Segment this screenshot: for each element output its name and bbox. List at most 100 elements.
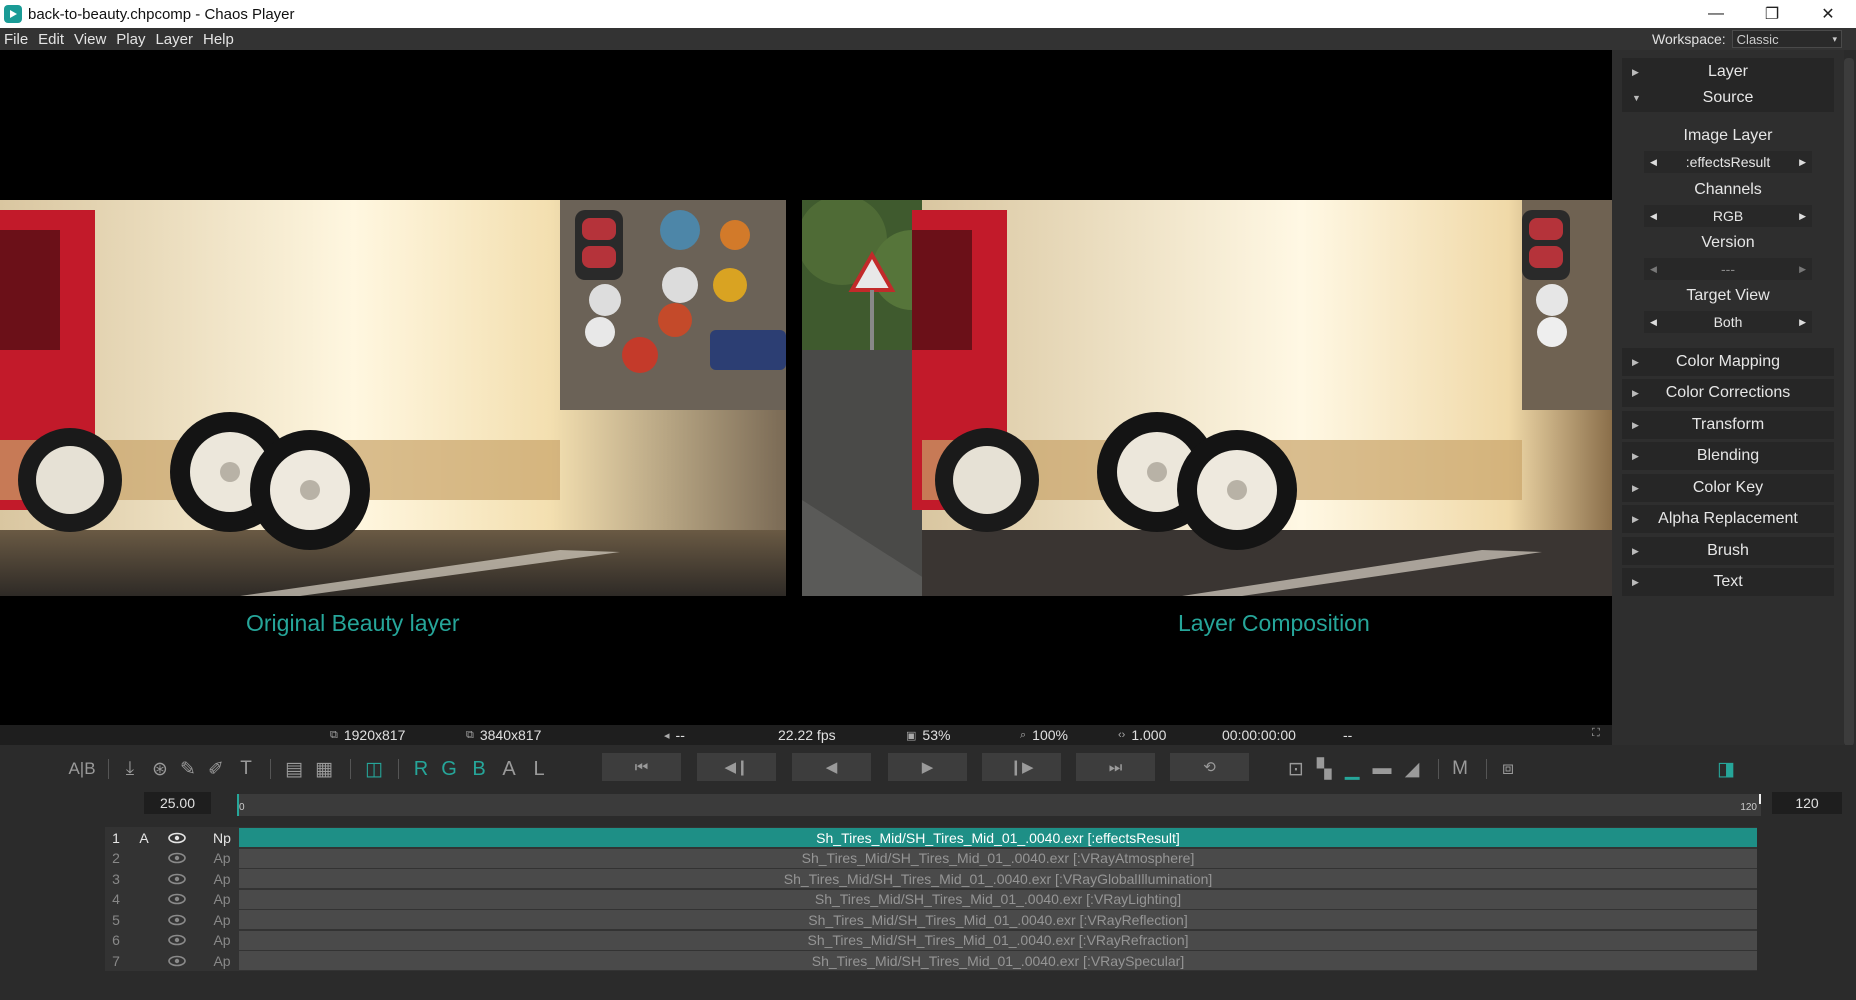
layer-row[interactable]: 3 Ap Sh_Tires_Mid/SH_Tires_Mid_01_.0040.… (105, 868, 1757, 889)
play-button[interactable]: ▶ (888, 753, 967, 781)
section-text[interactable]: ▶ Text (1622, 568, 1834, 596)
arrow-right-icon[interactable]: ▶ (1799, 317, 1806, 328)
status-audio[interactable]: ◂ -- (664, 727, 685, 743)
film-strip-icon[interactable]: ▤ (282, 757, 306, 781)
safe-area-icon[interactable]: ⊡ (1284, 757, 1308, 781)
layer-a-flag[interactable] (131, 868, 157, 889)
section-transform[interactable]: ▶ Transform (1622, 411, 1834, 439)
arrow-left-icon[interactable]: ◀ (1650, 157, 1657, 168)
channel-l-button[interactable]: L (528, 757, 550, 781)
section-color-corrections[interactable]: ▶ Color Corrections (1622, 379, 1834, 407)
menu-view[interactable]: View (69, 31, 111, 48)
layer-clip-bar[interactable]: Sh_Tires_Mid/SH_Tires_Mid_01_.0040.exr [… (239, 869, 1757, 888)
split-view-icon[interactable]: ◫ (360, 757, 388, 781)
layer-a-flag[interactable]: A (131, 827, 157, 848)
step-forward-button[interactable]: ❙▶ (982, 753, 1061, 781)
layer-a-flag[interactable] (131, 930, 157, 951)
loop-button[interactable]: ⟲ (1170, 753, 1249, 781)
gradient-ramp-icon[interactable]: ◢ (1400, 757, 1424, 781)
close-button[interactable]: ✕ (1800, 0, 1856, 28)
layer-clip-bar[interactable]: Sh_Tires_Mid/SH_Tires_Mid_01_.0040.exr [… (239, 828, 1757, 847)
minimize-button[interactable]: — (1688, 0, 1744, 28)
menu-help[interactable]: Help (198, 31, 239, 48)
layout-icon[interactable]: ⧈ (1496, 757, 1520, 781)
layer-row[interactable]: 5 Ap Sh_Tires_Mid/SH_Tires_Mid_01_.0040.… (105, 909, 1757, 930)
eye-icon[interactable] (157, 889, 197, 910)
maximize-button[interactable]: ❐ (1744, 0, 1800, 28)
image-viewer[interactable]: Original Beauty layer Layer Composition (0, 50, 1612, 725)
layer-clip-bar[interactable]: Sh_Tires_Mid/SH_Tires_Mid_01_.0040.exr [… (239, 910, 1757, 929)
layer-clip-bar[interactable]: Sh_Tires_Mid/SH_Tires_Mid_01_.0040.exr [… (239, 848, 1757, 868)
section-layer[interactable]: ▶ Layer (1622, 58, 1834, 86)
layer-clip-bar[interactable]: Sh_Tires_Mid/SH_Tires_Mid_01_.0040.exr [… (239, 889, 1757, 909)
fps-field[interactable]: 25.00 (144, 792, 211, 814)
ab-compare-button[interactable]: A|B (68, 757, 96, 781)
section-color-key[interactable]: ▶ Color Key (1622, 474, 1834, 502)
go-to-end-button[interactable]: ⏭ (1076, 753, 1155, 781)
section-source[interactable]: ▼ Source (1622, 84, 1834, 112)
image-layer-selector[interactable]: ◀ :effectsResult ▶ (1644, 151, 1812, 173)
section-alpha-replacement[interactable]: ▶ Alpha Replacement (1622, 505, 1834, 533)
play-reverse-button[interactable]: ◀ (792, 753, 871, 781)
status-pixel-ratio[interactable]: ‹› 1.000 (1118, 727, 1166, 743)
step-back-button[interactable]: ◀❙ (697, 753, 776, 781)
eye-icon[interactable] (157, 848, 197, 869)
arrow-left-icon[interactable]: ◀ (1650, 211, 1657, 222)
section-color-mapping[interactable]: ▶ Color Mapping (1622, 348, 1834, 376)
section-blending[interactable]: ▶ Blending (1622, 442, 1834, 470)
section-brush[interactable]: ▶ Brush (1622, 537, 1834, 565)
layer-a-flag[interactable] (131, 909, 157, 930)
channel-g-button[interactable]: G (438, 757, 460, 781)
eye-icon[interactable] (157, 868, 197, 889)
brush-icon[interactable]: ✐ (204, 757, 228, 781)
import-icon[interactable]: ⤓ (118, 757, 142, 781)
eye-icon[interactable] (157, 909, 197, 930)
go-to-start-button[interactable]: ⏮ (602, 753, 681, 781)
arrow-left-icon[interactable]: ◀ (1650, 264, 1657, 275)
text-tool-icon[interactable]: T (234, 757, 258, 781)
arrow-right-icon[interactable]: ▶ (1799, 157, 1806, 168)
fullscreen-icon[interactable]: ⛶ (1592, 727, 1600, 740)
checker-icon[interactable]: ▚ (1312, 757, 1336, 781)
panel-scrollbar[interactable] (1844, 58, 1854, 746)
menu-file[interactable]: File (0, 31, 33, 48)
timeline-ruler[interactable]: 0 120 (237, 794, 1761, 816)
layer-blend-mode[interactable]: Ap (209, 889, 235, 910)
layer-a-flag[interactable] (131, 889, 157, 910)
workspace-dropdown[interactable]: Classic ▾ (1731, 30, 1842, 48)
eye-icon[interactable] (157, 930, 197, 951)
arrow-right-icon[interactable]: ▶ (1799, 211, 1806, 222)
layer-blend-mode[interactable]: Ap (209, 848, 235, 869)
layer-composition-view[interactable] (802, 200, 1612, 596)
align-mid-icon[interactable]: ▬ (1370, 757, 1394, 781)
grid-layout-icon[interactable]: ▦ (312, 757, 336, 781)
channel-a-button[interactable]: A (498, 757, 520, 781)
channels-selector[interactable]: ◀ RGB ▶ (1644, 205, 1812, 227)
end-frame-field[interactable]: 120 (1772, 792, 1842, 814)
layer-row[interactable]: 7 Ap Sh_Tires_Mid/SH_Tires_Mid_01_.0040.… (105, 950, 1757, 971)
layer-blend-mode[interactable]: Ap (209, 930, 235, 951)
align-bottom-icon[interactable]: ▁ (1340, 757, 1364, 781)
toggle-panel-icon[interactable]: ◨ (1714, 757, 1738, 781)
arrow-left-icon[interactable]: ◀ (1650, 317, 1657, 328)
menu-layer[interactable]: Layer (150, 31, 198, 48)
version-selector[interactable]: ◀ --- ▶ (1644, 258, 1812, 280)
layer-a-flag[interactable] (131, 950, 157, 971)
layer-row[interactable]: 1 A Np Sh_Tires_Mid/SH_Tires_Mid_01_.004… (105, 827, 1757, 848)
layer-blend-mode[interactable]: Ap (209, 950, 235, 971)
color-wheel-icon[interactable]: ⊛ (148, 757, 172, 781)
layer-blend-mode[interactable]: Np (209, 827, 235, 848)
m-button[interactable]: M (1448, 757, 1472, 781)
pencil-icon[interactable]: ✎ (176, 757, 200, 781)
original-beauty-view[interactable] (0, 200, 786, 596)
layer-row[interactable]: 6 Ap Sh_Tires_Mid/SH_Tires_Mid_01_.0040.… (105, 929, 1757, 951)
eye-icon[interactable] (157, 950, 197, 971)
layer-row[interactable]: 2 Ap Sh_Tires_Mid/SH_Tires_Mid_01_.0040.… (105, 847, 1757, 869)
menu-edit[interactable]: Edit (33, 31, 69, 48)
target-view-selector[interactable]: ◀ Both ▶ (1644, 311, 1812, 333)
layer-row[interactable]: 4 Ap Sh_Tires_Mid/SH_Tires_Mid_01_.0040.… (105, 888, 1757, 910)
layer-blend-mode[interactable]: Ap (209, 909, 235, 930)
menu-play[interactable]: Play (111, 31, 150, 48)
out-point-marker[interactable] (1759, 794, 1761, 804)
layer-clip-bar[interactable]: Sh_Tires_Mid/SH_Tires_Mid_01_.0040.exr [… (239, 930, 1757, 950)
